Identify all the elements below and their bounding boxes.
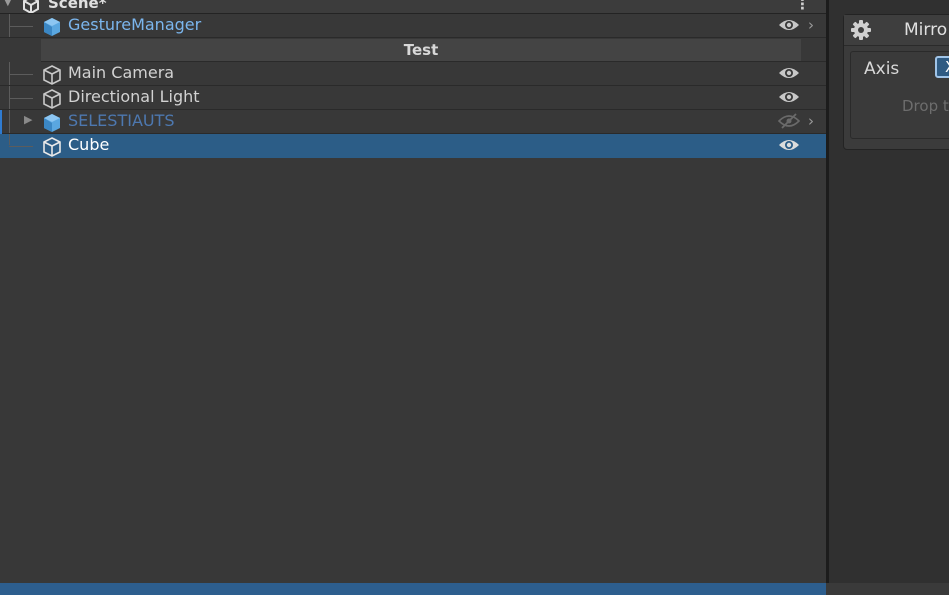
axis-x-button[interactable]: X (935, 56, 949, 78)
tree-line (9, 98, 33, 99)
scene-title: Scene* (48, 0, 107, 12)
chevron-right-icon[interactable]: › (808, 16, 814, 34)
status-bar-rail (826, 583, 949, 595)
inspector-panel: Mirro Axis X Drop t (829, 0, 949, 595)
hidden-eye-icon[interactable] (778, 113, 800, 129)
prefab-cube-icon (44, 18, 60, 36)
tree-line (9, 26, 33, 27)
hierarchy-row-directional-light[interactable]: Directional Light (0, 86, 826, 110)
gameobject-cube-icon (43, 137, 61, 157)
row-label: Directional Light (68, 87, 200, 106)
visibility-eye-icon[interactable] (778, 137, 800, 153)
component-title: Mirro (904, 20, 948, 40)
hierarchy-panel: ▼ Scene* ⋮ GestureManager › Test Main Ca… (0, 0, 826, 595)
row-label: Cube (68, 135, 110, 154)
hierarchy-row-cube[interactable]: Cube (0, 134, 826, 158)
drop-hint-text: Drop t (902, 97, 949, 115)
selection-marker (0, 110, 2, 134)
gear-icon[interactable] (850, 19, 872, 41)
hierarchy-row-selestiauts[interactable]: ▶ SELESTIAUTS › (0, 110, 826, 134)
row-label: Main Camera (68, 63, 175, 82)
hierarchy-row-gesturemanager[interactable]: GestureManager › (0, 14, 826, 38)
tree-line (9, 146, 33, 147)
unity-scene-icon (23, 0, 39, 13)
header-label: Test (403, 41, 439, 59)
prefab-cube-icon (44, 114, 60, 132)
row-label: GestureManager (68, 15, 202, 34)
hierarchy-row-main-camera[interactable]: Main Camera (0, 62, 826, 86)
component-body: Axis X Drop t (850, 51, 949, 139)
scene-header[interactable]: ▼ Scene* ⋮ (0, 0, 826, 14)
tree-line (9, 110, 10, 133)
gameobject-cube-icon (43, 89, 61, 109)
tree-line (9, 134, 10, 145)
visibility-eye-icon[interactable] (778, 89, 800, 105)
component-header[interactable]: Mirro (844, 15, 949, 46)
kebab-menu-icon[interactable]: ⋮ (795, 0, 810, 13)
row-label: SELESTIAUTS (68, 111, 175, 130)
gameobject-cube-icon (43, 65, 61, 85)
foldout-arrow-icon[interactable]: ▼ (4, 0, 12, 8)
tree-line (9, 74, 33, 75)
expand-arrow-icon[interactable]: ▶ (24, 113, 32, 126)
chevron-right-icon[interactable]: › (808, 112, 814, 130)
visibility-eye-icon[interactable] (778, 17, 800, 33)
mirror-component-panel: Mirro Axis X Drop t (843, 14, 949, 150)
row-spacer (801, 39, 826, 62)
axis-label: Axis (864, 59, 900, 79)
status-bar (0, 583, 949, 595)
hierarchy-header-test[interactable]: Test (41, 39, 801, 62)
visibility-eye-icon[interactable] (778, 65, 800, 81)
